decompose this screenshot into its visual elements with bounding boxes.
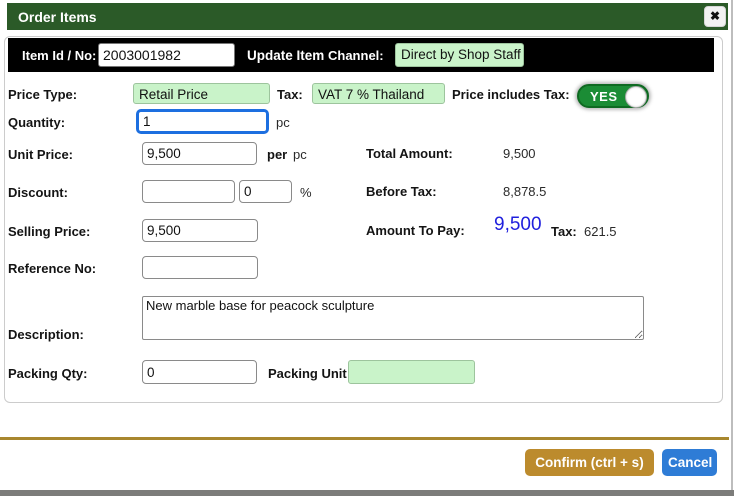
packing-qty-input[interactable] (142, 360, 257, 384)
per-label: per (267, 147, 288, 162)
quantity-unit: pc (276, 115, 290, 130)
quantity-input[interactable] (136, 109, 269, 134)
amount-to-pay-label: Amount To Pay: (366, 223, 465, 238)
packing-unit-label: Packing Unit: (268, 366, 352, 381)
unit-price-label: Unit Price: (8, 147, 74, 162)
description-label: Description: (8, 327, 84, 342)
channel-field[interactable]: Direct by Shop Staff (395, 43, 524, 67)
dialog-titlebar: Order Items ✖ (7, 3, 728, 30)
dialog-title: Order Items (18, 9, 97, 25)
price-includes-tax-label: Price includes Tax: (452, 87, 570, 102)
item-id-input[interactable] (98, 43, 235, 67)
tax-label: Tax: (277, 87, 303, 102)
item-id-label: Item Id / No: (22, 48, 97, 63)
packing-unit-field[interactable] (348, 360, 475, 384)
reference-no-label: Reference No: (8, 261, 97, 276)
price-includes-tax-toggle[interactable]: YES (577, 84, 649, 108)
channel-label: Channel: (328, 48, 384, 63)
description-textarea[interactable]: New marble base for peacock sculpture (142, 296, 644, 340)
per-unit: pc (293, 147, 307, 162)
discount-label: Discount: (8, 185, 68, 200)
pay-tax-value: 621.5 (584, 224, 617, 239)
pay-tax-label: Tax: (551, 224, 577, 239)
total-amount-label: Total Amount: (366, 146, 453, 161)
background-page-strip (0, 490, 734, 496)
footer-divider (0, 437, 729, 440)
price-type-label: Price Type: (8, 87, 78, 102)
total-amount-value: 9,500 (503, 146, 536, 161)
packing-qty-label: Packing Qty: (8, 366, 88, 381)
confirm-button[interactable]: Confirm (ctrl + s) (525, 449, 654, 476)
toggle-knob (625, 86, 647, 108)
toggle-value-label: YES (590, 89, 618, 104)
background-page-edge (731, 0, 733, 496)
update-item-label: Update Item (247, 48, 325, 63)
unit-price-input[interactable] (142, 142, 257, 165)
quantity-label: Quantity: (8, 115, 66, 130)
cancel-button[interactable]: Cancel (662, 449, 717, 476)
before-tax-value: 8,878.5 (503, 184, 547, 199)
close-icon[interactable]: ✖ (704, 6, 726, 27)
order-items-dialog: { "modal": { "title": "Order Items", "cl… (0, 0, 734, 496)
percent-sign: % (300, 185, 312, 200)
discount-percent-input[interactable] (239, 180, 292, 203)
tax-field[interactable]: VAT 7 % Thailand (312, 83, 445, 104)
item-header-bar: Item Id / No: Update Item Channel: Direc… (8, 38, 714, 72)
price-type-field[interactable]: Retail Price (133, 83, 270, 104)
selling-price-label: Selling Price: (8, 224, 91, 239)
reference-no-input[interactable] (142, 256, 258, 279)
discount-amount-input[interactable] (142, 180, 235, 203)
amount-to-pay-value: 9,500 (494, 214, 542, 235)
before-tax-label: Before Tax: (366, 184, 437, 199)
selling-price-input[interactable] (142, 219, 258, 242)
